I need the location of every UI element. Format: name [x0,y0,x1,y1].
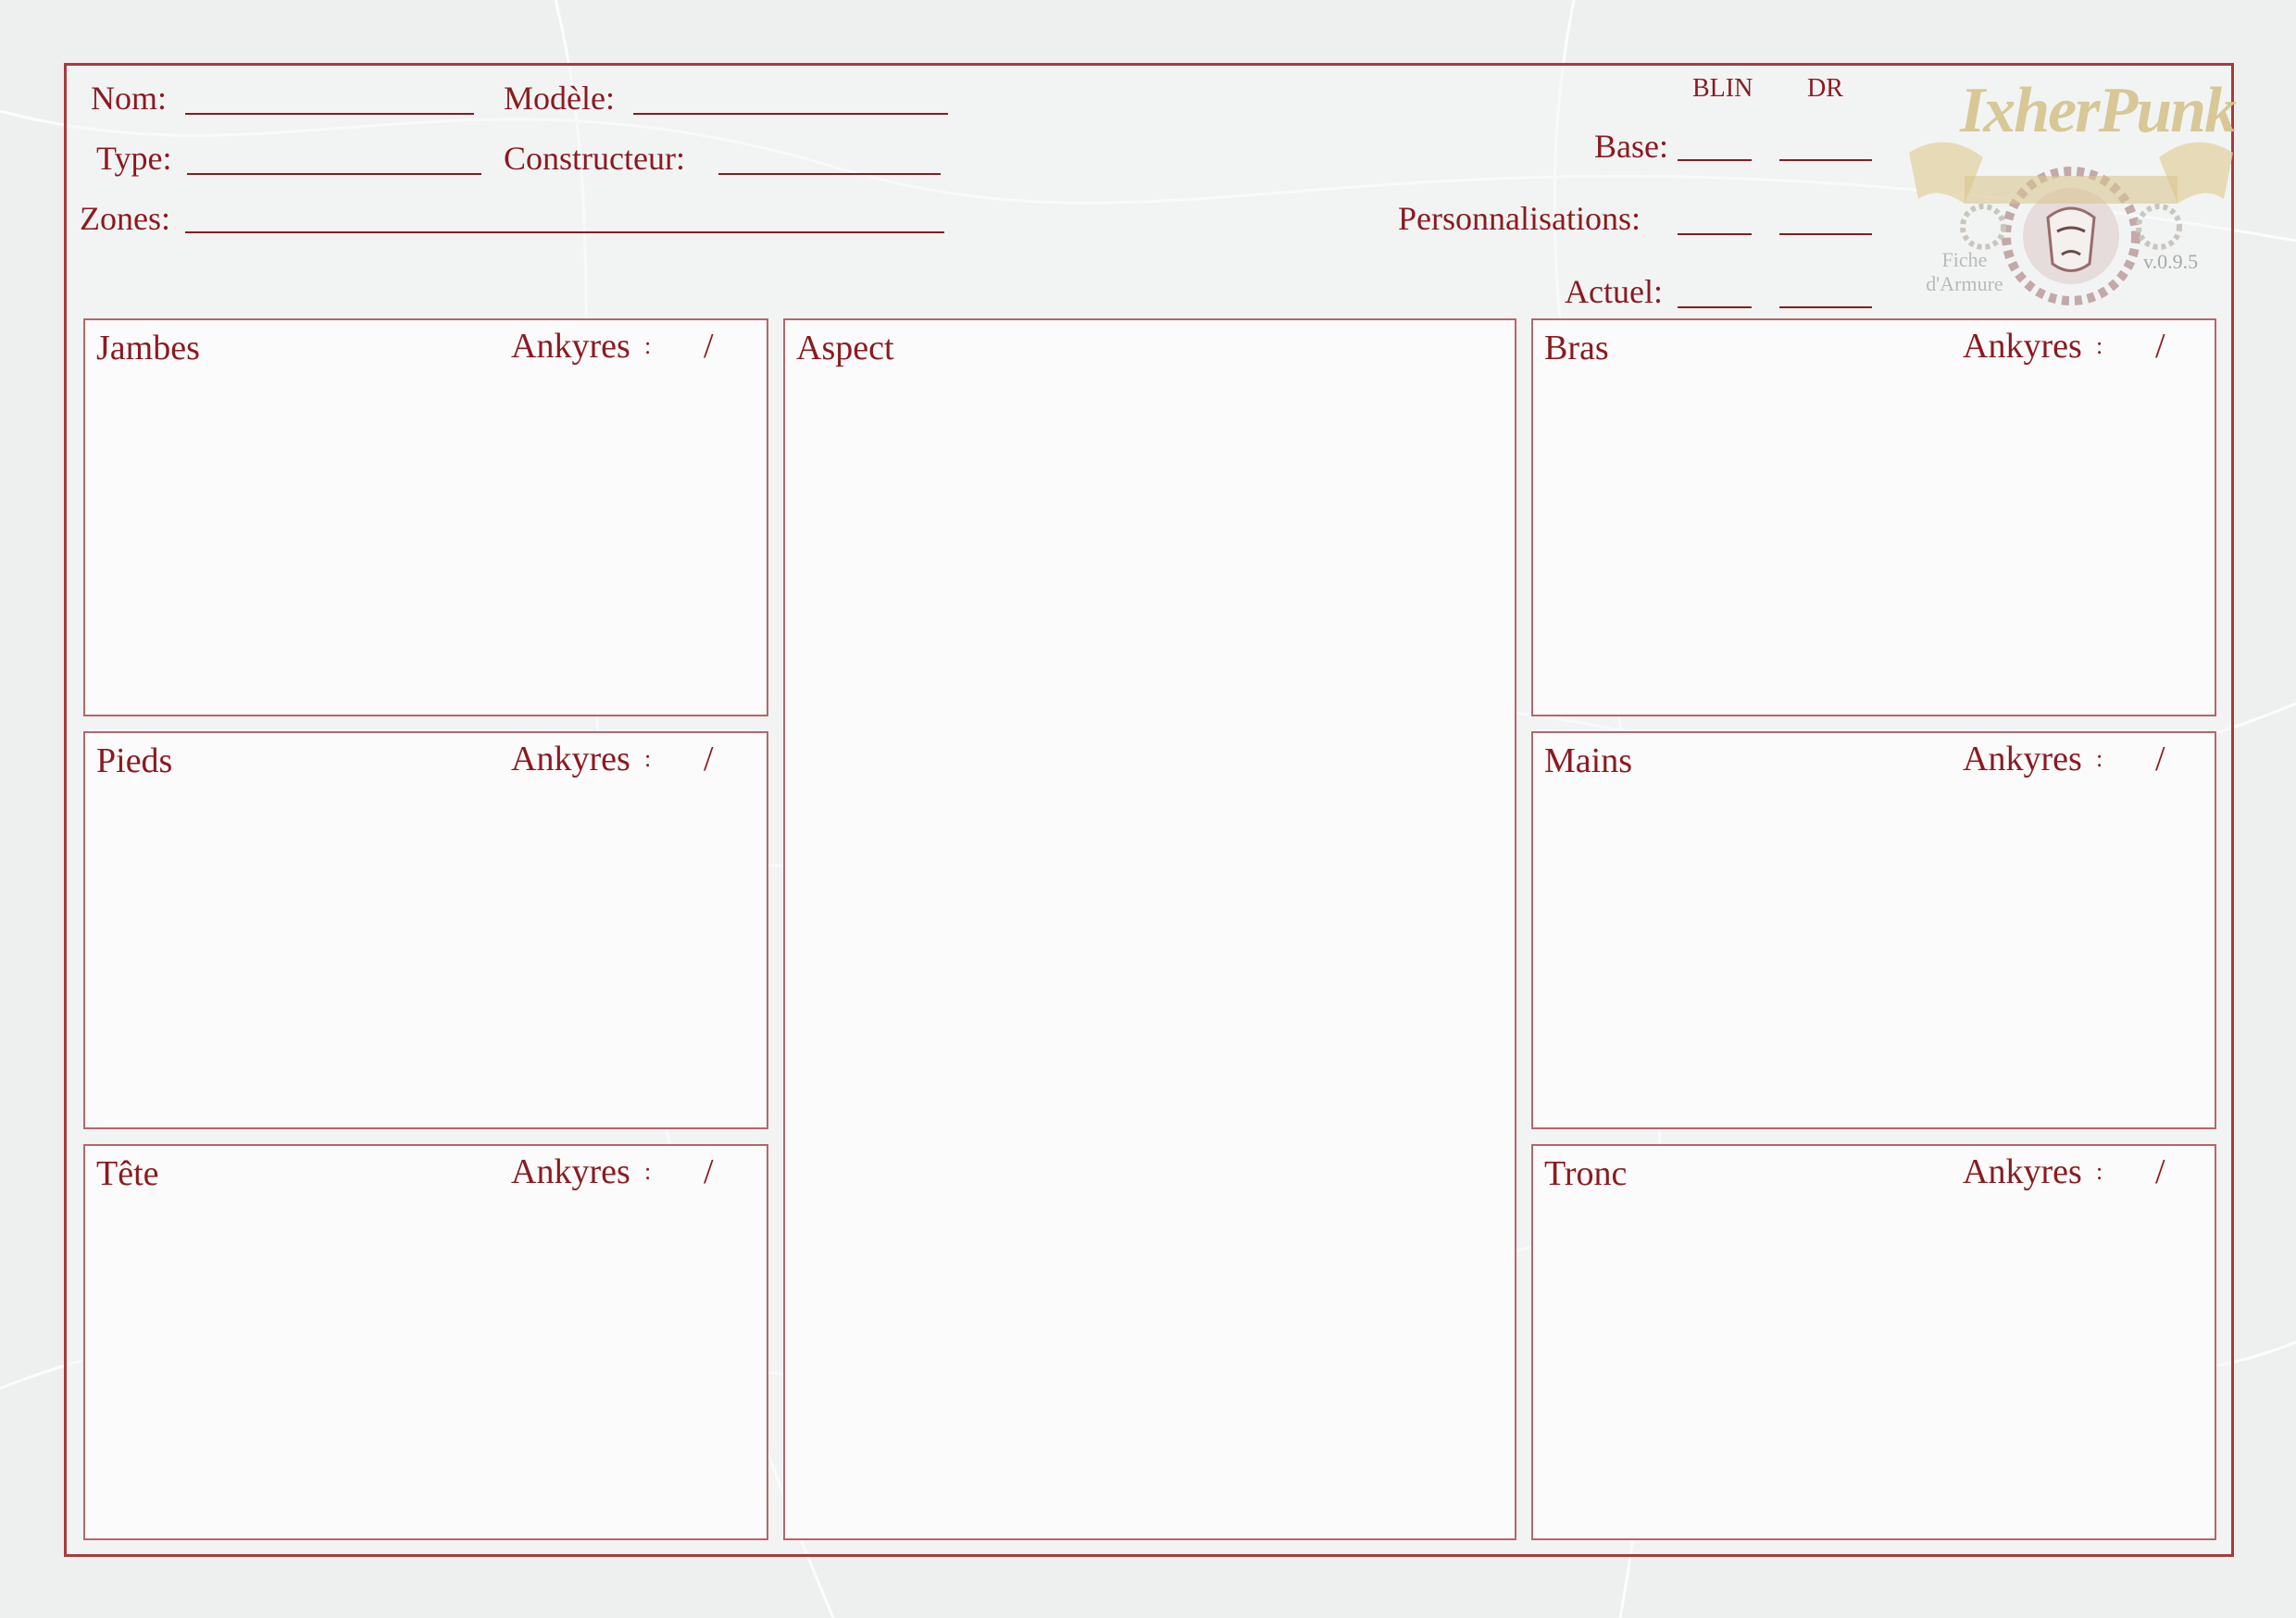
ankyres-label: Ankyres [511,327,630,366]
logo-subtitle: Fiche d'Armure [1926,248,2003,296]
ankyres-colon: : [644,332,652,359]
panel-jambes[interactable]: Jambes Ankyres : / [83,318,768,716]
panel-title: Jambes [96,329,200,367]
perso-dr-field[interactable] [1779,233,1872,235]
panel-title: Tronc [1544,1154,1628,1193]
type-label: Type: [96,140,172,177]
ankyres-label: Ankyres [1963,327,2082,366]
ankyres-label: Ankyres [511,740,630,778]
constructeur-label: Constructeur: [504,140,685,177]
ankyres-slash: / [2155,327,2165,366]
panel-title: Pieds [96,741,173,780]
blin-header: BLIN [1692,74,1753,103]
logo-brand: IxherPunk [1960,75,2237,146]
nom-label: Nom: [91,80,168,117]
base-dr-field[interactable] [1779,159,1872,161]
constructeur-field[interactable] [718,173,941,175]
ankyres-colon: : [644,1158,652,1185]
actuel-label: Actuel: [1565,273,1663,310]
perso-blin-field[interactable] [1678,233,1752,235]
panel-title: Mains [1544,741,1632,780]
ankyres-label: Ankyres [1963,1152,2082,1191]
modele-label: Modèle: [504,80,615,117]
actuel-blin-field[interactable] [1678,306,1752,308]
dr-header: DR [1807,74,1843,103]
ixherpunk-logo: IxherPunk Fiche d'Armure v.0.9.5 [1909,65,2237,305]
zones-label: Zones: [80,200,170,237]
base-blin-field[interactable] [1678,159,1752,161]
panel-title: Aspect [796,329,894,367]
panel-title: Tête [96,1154,159,1193]
panel-bras[interactable]: Bras Ankyres : / [1531,318,2216,716]
panel-aspect[interactable]: Aspect [783,318,1516,1540]
zones-field[interactable] [185,231,944,233]
personnalisations-label: Personnalisations: [1398,200,1641,237]
ankyres-colon: : [2096,745,2103,772]
ankyres-colon: : [2096,1158,2103,1185]
ankyres-label: Ankyres [511,1152,630,1191]
ankyres-slash: / [704,740,714,778]
panel-title: Bras [1544,329,1609,367]
actuel-dr-field[interactable] [1779,306,1872,308]
modele-field[interactable] [633,113,948,115]
type-field[interactable] [187,173,481,175]
ankyres-slash: / [704,327,714,366]
panel-pieds[interactable]: Pieds Ankyres : / [83,731,768,1129]
ankyres-colon: : [2096,332,2103,359]
ankyres-slash: / [704,1152,714,1191]
panel-tronc[interactable]: Tronc Ankyres : / [1531,1144,2216,1540]
ankyres-slash: / [2155,1152,2165,1191]
ankyres-slash: / [2155,740,2165,778]
panel-mains[interactable]: Mains Ankyres : / [1531,731,2216,1129]
ankyres-label: Ankyres [1963,740,2082,778]
base-label: Base: [1594,128,1668,165]
version-label: v.0.9.5 [2143,250,2199,273]
nom-field[interactable] [185,113,474,115]
ankyres-colon: : [644,745,652,772]
panel-tete[interactable]: Tête Ankyres : / [83,1144,768,1540]
